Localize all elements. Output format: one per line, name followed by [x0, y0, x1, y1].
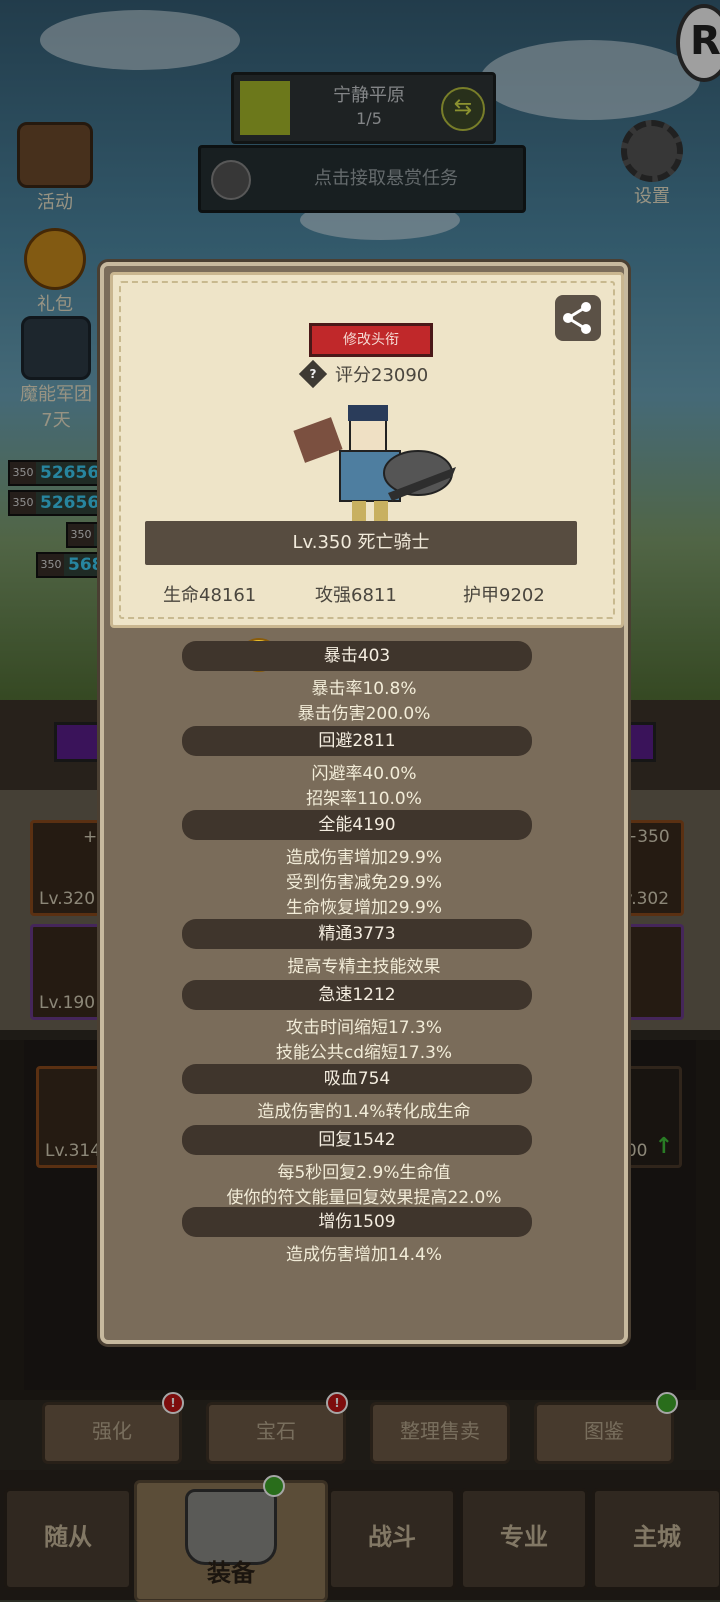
attr-title: 回复1542: [182, 1125, 532, 1155]
hero-core-stats: 生命48161 攻强6811 护甲9202: [113, 581, 621, 611]
attr-line: 受到伤害减免29.9%: [285, 873, 442, 893]
attr-line: 暴击率10.8%: [311, 679, 417, 699]
death-knight-sprite: [293, 405, 456, 523]
attr-title: 精通3773: [182, 919, 532, 949]
attr-line: 造成伤害增加14.4%: [285, 1245, 442, 1265]
attr-line: 暴击伤害200.0%: [297, 704, 431, 724]
hero-portrait: [288, 403, 458, 533]
attr-line: 生命恢复增加29.9%: [285, 898, 442, 918]
change-title-button[interactable]: 修改头衔: [309, 323, 433, 357]
attr-title: 增伤1509: [182, 1207, 532, 1237]
attr-line: 招架率110.0%: [306, 789, 422, 809]
attr-line: 攻击时间缩短17.3%: [285, 1018, 442, 1038]
attr-line: 每5秒回复2.9%生命值: [277, 1163, 451, 1183]
armor-stat: 护甲9202: [463, 585, 545, 606]
attr-line: 提高专精主技能效果: [287, 957, 441, 977]
share-icon: [563, 302, 591, 334]
hero-card: 修改头衔 ? 评分23090 Lv.350 死亡骑士 生命48161 攻强681…: [110, 272, 624, 628]
attr-title: 全能4190: [182, 810, 532, 840]
attr-line: 造成伤害的1.4%转化成生命: [257, 1102, 471, 1122]
help-icon[interactable]: ?: [298, 359, 328, 389]
hero-name-bar: Lv.350 死亡骑士: [145, 521, 577, 565]
attr-line: 造成伤害增加29.9%: [285, 848, 442, 868]
attr-title: 暴击403: [182, 641, 532, 671]
score: ? 评分23090: [298, 359, 503, 391]
hp-stat: 生命48161: [163, 585, 257, 606]
attr-line: 闪避率40.0%: [311, 764, 417, 784]
attack-stat: 攻强6811: [315, 585, 397, 606]
attr-title: 回避2811: [182, 726, 532, 756]
score-value: 评分23090: [335, 365, 429, 386]
hero-stats-popup: 修改头衔 ? 评分23090 Lv.350 死亡骑士 生命48161 攻强681…: [100, 262, 628, 1344]
attr-title: 急速1212: [182, 980, 532, 1010]
share-button[interactable]: [555, 295, 601, 341]
attr-line: 技能公共cd缩短17.3%: [275, 1043, 453, 1063]
attr-title: 吸血754: [182, 1064, 532, 1094]
attr-line: 使你的符文能量回复效果提高22.0%: [226, 1188, 502, 1208]
